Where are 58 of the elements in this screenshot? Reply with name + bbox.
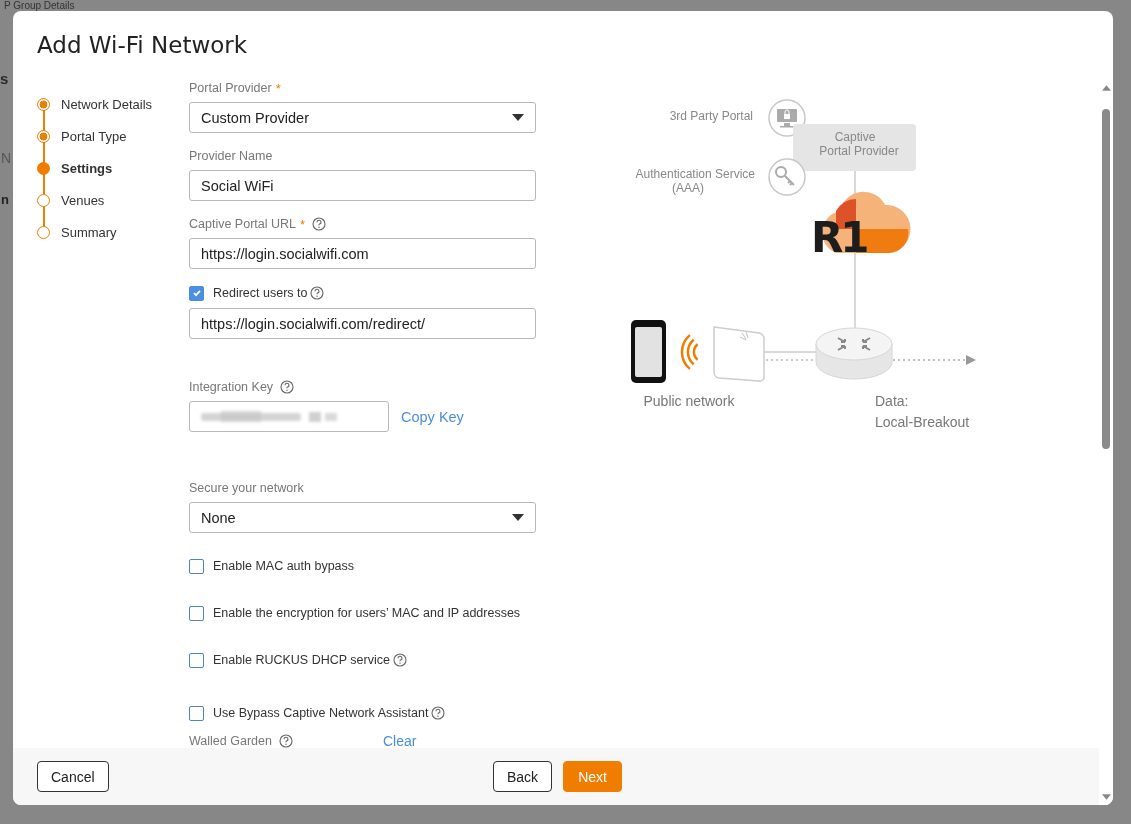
step-label: Settings bbox=[61, 162, 113, 175]
step-label: Summary bbox=[61, 226, 117, 239]
checkbox[interactable] bbox=[189, 652, 204, 668]
diagram-label: (AAA) bbox=[672, 181, 704, 195]
field-label: Walled Garden bbox=[189, 734, 272, 748]
help-icon[interactable] bbox=[392, 653, 407, 667]
checkbox-label: Redirect users to bbox=[213, 286, 308, 300]
checkbox[interactable] bbox=[189, 558, 204, 574]
help-icon[interactable] bbox=[431, 706, 446, 720]
cancel-button[interactable]: Cancel bbox=[37, 761, 109, 792]
checkbox-label: Enable MAC auth bypass bbox=[213, 559, 355, 573]
diagram-label: Portal Provider bbox=[819, 144, 899, 158]
diagram-label: Local-Breakout bbox=[875, 414, 970, 430]
diagram-label: Public network bbox=[643, 393, 735, 409]
input-field[interactable]: https://login.socialwifi.com/redirect/ bbox=[189, 308, 536, 339]
help-icon[interactable] bbox=[280, 380, 295, 394]
checkbox-label: Enable the encryption for users’ MAC and IP addresses bbox=[213, 606, 521, 620]
caret-icon bbox=[512, 114, 524, 121]
step-label: Venues bbox=[61, 194, 105, 207]
checkbox[interactable] bbox=[189, 285, 204, 301]
dialog-title: Add Wi-Fi Network bbox=[37, 31, 249, 60]
diagram-label: Captive bbox=[834, 130, 876, 144]
key-field[interactable] bbox=[189, 401, 389, 432]
caret-icon bbox=[512, 514, 524, 521]
help-icon[interactable] bbox=[310, 286, 325, 300]
required-mark: * bbox=[275, 80, 281, 96]
wifi-signal-icon bbox=[680, 334, 699, 370]
background-text: s bbox=[0, 70, 9, 87]
help-icon[interactable] bbox=[312, 217, 327, 231]
field-label: Portal Provider bbox=[189, 81, 272, 95]
diagram-label: Data: bbox=[875, 393, 909, 409]
input-field[interactable]: Social WiFi bbox=[189, 170, 536, 201]
select-field[interactable]: None bbox=[189, 502, 536, 533]
checkbox[interactable] bbox=[189, 605, 204, 621]
help-icon[interactable] bbox=[278, 734, 293, 748]
step-label: Network Details bbox=[61, 98, 153, 111]
background-text: P Group Details bbox=[4, 0, 75, 11]
required-mark: * bbox=[300, 216, 306, 232]
select-field[interactable]: Custom Provider bbox=[189, 102, 536, 133]
scroll-down-icon[interactable] bbox=[1101, 794, 1111, 800]
field-label: Integration Key bbox=[189, 380, 274, 394]
checkbox[interactable] bbox=[189, 705, 204, 721]
background-text: n bbox=[1, 192, 9, 207]
diagram-label: Authentication Service bbox=[635, 167, 755, 181]
field-label: Provider Name bbox=[189, 149, 273, 163]
keys-icon bbox=[768, 158, 806, 196]
checkbox-label: Use Bypass Captive Network Assistant bbox=[213, 706, 429, 720]
field-label: Captive Portal URL bbox=[189, 217, 296, 231]
checkbox-label: Enable RUCKUS DHCP service bbox=[213, 653, 390, 667]
input-field[interactable]: https://login.socialwifi.com bbox=[189, 238, 536, 269]
copy-key-link[interactable]: Copy Key bbox=[401, 408, 464, 425]
phone-icon bbox=[631, 320, 666, 383]
field-label: Secure your network bbox=[189, 481, 304, 495]
check-icon bbox=[191, 288, 202, 298]
scroll-up-icon[interactable] bbox=[1101, 85, 1111, 91]
step-label: Portal Type bbox=[61, 130, 127, 143]
diagram-label: 3rd Party Portal bbox=[669, 109, 753, 123]
back-button[interactable]: Back bbox=[493, 761, 553, 792]
